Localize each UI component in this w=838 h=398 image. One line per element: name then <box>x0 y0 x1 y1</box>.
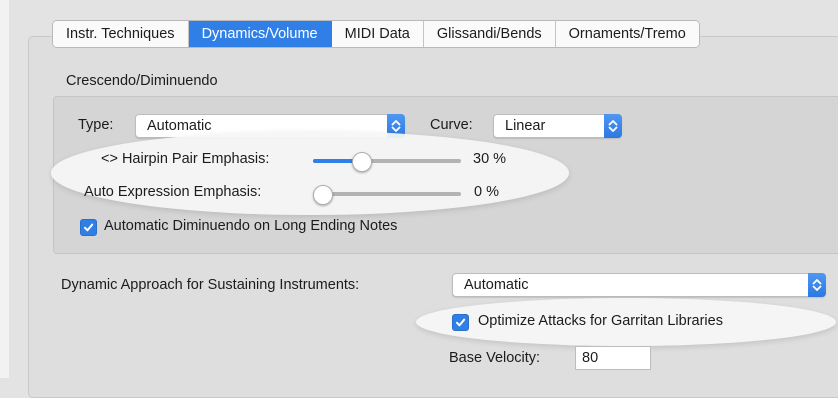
curve-popup[interactable]: Linear <box>493 114 622 138</box>
highlight-ellipse <box>51 131 569 215</box>
base-velocity-value: 80 <box>582 350 599 366</box>
tab-instr-techniques[interactable]: Instr. Techniques <box>53 21 189 47</box>
auto-expression-value: 0 % <box>474 184 499 200</box>
dynamic-approach-popup[interactable]: Automatic <box>452 273 826 297</box>
type-label: Type: <box>78 117 114 133</box>
optimize-attacks-checkbox[interactable] <box>452 314 469 331</box>
checkmark-icon <box>84 223 94 232</box>
popup-stepper-icon <box>808 273 826 297</box>
curve-popup-value: Linear <box>505 118 546 134</box>
checkmark-icon <box>456 318 466 327</box>
popup-stepper-icon <box>604 114 622 138</box>
tab-midi-data[interactable]: MIDI Data <box>331 21 424 47</box>
hairpin-label: <> Hairpin Pair Emphasis: <box>101 151 270 167</box>
auto-expression-slider-thumb[interactable] <box>313 185 333 205</box>
hairpin-slider-track[interactable] <box>313 159 461 163</box>
tab-glissandi-bends[interactable]: Glissandi/Bends <box>423 21 556 47</box>
base-velocity-label: Base Velocity: <box>449 350 541 366</box>
auto-expression-slider-track[interactable] <box>313 192 461 196</box>
dynamic-approach-label: Dynamic Approach for Sustaining Instrume… <box>61 277 360 293</box>
tab-bar: Instr. Techniques Dynamics/Volume MIDI D… <box>52 20 700 48</box>
window-edge <box>0 0 9 378</box>
section-title-crescendo: Crescendo/Diminuendo <box>66 73 218 89</box>
base-velocity-field[interactable]: 80 <box>575 346 651 370</box>
type-popup-value: Automatic <box>147 118 212 134</box>
auto-expression-label: Auto Expression Emphasis: <box>84 184 262 200</box>
tab-dynamics-volume[interactable]: Dynamics/Volume <box>188 21 332 47</box>
tab-ornaments-tremolo[interactable]: Ornaments/Tremo <box>555 21 699 47</box>
hairpin-value: 30 % <box>473 151 507 167</box>
curve-label: Curve: <box>430 117 473 133</box>
dynamic-approach-value: Automatic <box>464 277 529 293</box>
hairpin-slider-thumb[interactable] <box>352 152 372 172</box>
optimize-attacks-label: Optimize Attacks for Garritan Libraries <box>478 313 723 329</box>
auto-diminuendo-checkbox[interactable] <box>80 219 97 236</box>
auto-diminuendo-label: Automatic Diminuendo on Long Ending Note… <box>104 218 398 234</box>
